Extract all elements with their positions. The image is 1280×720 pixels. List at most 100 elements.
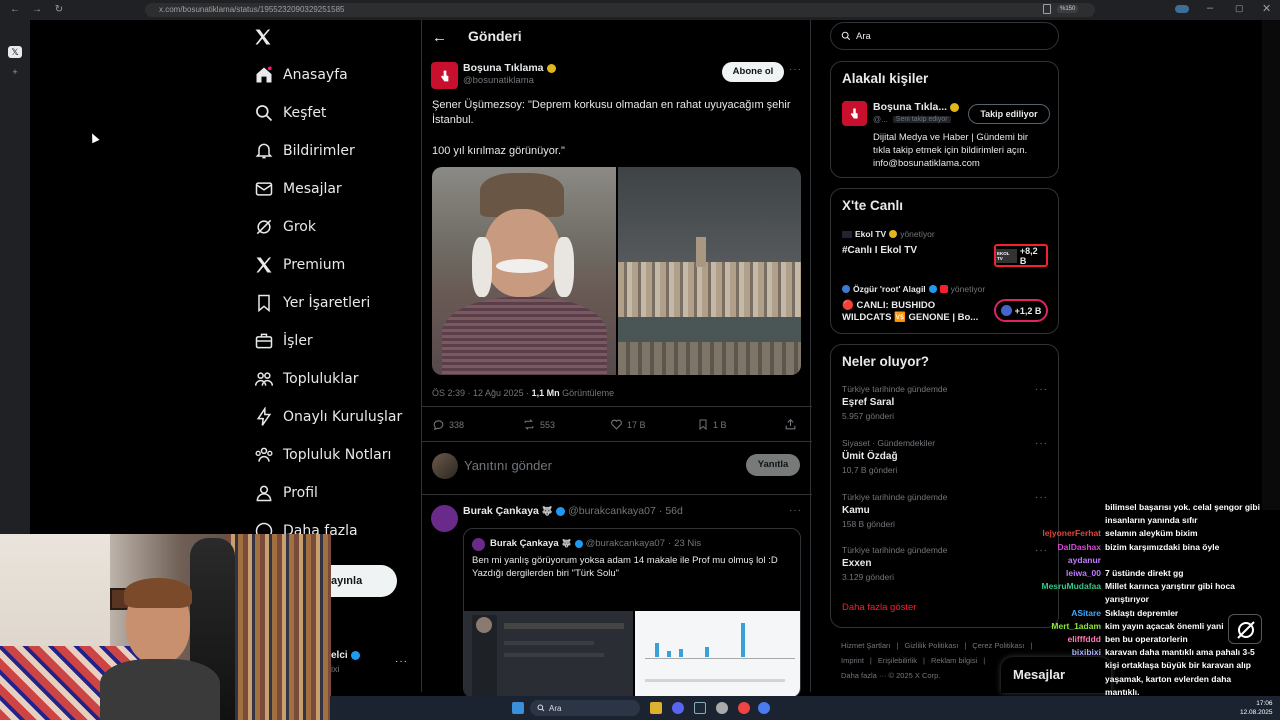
start-icon[interactable] (512, 702, 524, 714)
reader-icon[interactable] (1043, 4, 1051, 14)
url-text: x.com/bosunatiklama/status/1955232090329… (159, 5, 345, 14)
post-button[interactable]: ayınla (331, 565, 397, 597)
avatar[interactable] (842, 101, 867, 126)
trend-item[interactable]: Türkiye tarihinde gündemde Eşref Saral 5… (842, 384, 1052, 424)
footer-link[interactable]: Gizlilik Politikası (905, 638, 959, 653)
reply-button[interactable]: Yanıtla (746, 454, 800, 476)
post-media[interactable] (432, 167, 801, 375)
author-handle[interactable]: @bosunatiklama (463, 75, 534, 86)
post-author[interactable]: Boşuna Tıklama (463, 62, 556, 74)
bio-line: tıkla takip etmek için bildirimleri açın… (873, 145, 1028, 156)
minimize-icon[interactable]: – (1207, 2, 1213, 14)
grok-icon (253, 216, 275, 238)
live-item[interactable]: Ekol TV yönetiyor #Canlı I Ekol TV EKOL … (842, 228, 1052, 268)
x-tab-icon[interactable]: 𝕏 (8, 46, 22, 58)
portrait-photo[interactable] (432, 167, 616, 375)
maximize-icon[interactable]: ▢ (1235, 3, 1244, 14)
back-arrow-icon[interactable]: ← (432, 29, 447, 46)
share-action[interactable] (784, 418, 797, 433)
like-count: 17 B (627, 419, 646, 430)
nav-item-premium[interactable]: Premium (250, 246, 420, 284)
pointer-hand-icon (440, 70, 448, 81)
clock[interactable]: 17:06 12.08.2025 (1240, 699, 1273, 717)
x-logo-icon[interactable] (253, 27, 273, 47)
reply-input[interactable]: Yanıtını gönder (464, 458, 552, 473)
subscribe-button[interactable]: Abone ol (722, 62, 784, 82)
discord-icon[interactable] (672, 702, 684, 714)
related-name[interactable]: Boşuna Tıkla... (873, 101, 960, 113)
chat-user: leiwa_00 (1066, 568, 1101, 579)
steam-icon[interactable] (694, 702, 706, 714)
more-icon[interactable]: ··· (789, 505, 802, 516)
views-label: Görüntüleme (559, 388, 615, 398)
nav-item-verified-orgs[interactable]: Onaylı Kuruluşlar (250, 398, 420, 436)
avatar[interactable] (431, 505, 458, 532)
search-box[interactable]: Ara (830, 22, 1059, 50)
account-switcher[interactable]: elci (331, 650, 360, 661)
browser-toolbar: ← → ↻ x.com/bosunatiklama/status/1955232… (0, 0, 1280, 20)
live-item[interactable]: Özgür 'root' Alagil yönetiyor 🔴 CANLI: B… (842, 283, 1052, 328)
nav-item-bookmarks[interactable]: Yer İşaretleri (250, 284, 420, 322)
quote-date: 23 Nis (674, 538, 702, 549)
live-title-block: 🔴 CANLI: BUSHIDO WILDCATS 🆚 GENONE | Bo.… (842, 300, 992, 324)
reply-icon (433, 420, 444, 431)
footer-link[interactable]: Imprint (841, 653, 864, 668)
more-icon[interactable]: ··· (1035, 384, 1048, 395)
following-button[interactable]: Takip ediliyor (968, 104, 1050, 124)
nav-item-profile[interactable]: Profil (250, 474, 420, 512)
trend-meta: Türkiye tarihinde gündemde (842, 384, 948, 394)
trend-item[interactable]: Siyaset · Gündemdekiler Ümit Özdağ 10,7 … (842, 438, 1052, 478)
nav-item-communities[interactable]: Topluluklar (250, 360, 420, 398)
footer-link[interactable]: Hizmet Şartları (841, 638, 891, 653)
galata-tower (695, 237, 706, 267)
footer-link[interactable]: Reklam bilgisi (931, 653, 977, 668)
zoom-badge[interactable]: %150 (1057, 5, 1079, 13)
taskbar-search[interactable]: Ara (530, 700, 640, 716)
chat-text: insanların yanında sıfır (1105, 515, 1198, 526)
browser-icon[interactable] (738, 702, 750, 714)
nav-item-notifications[interactable]: Bildirimler (250, 132, 420, 170)
bio-line: info@bosunatiklama.com (873, 158, 980, 169)
app-icon[interactable] (758, 702, 770, 714)
more-icon[interactable]: ··· (395, 656, 408, 667)
like-action[interactable]: 17 B (610, 418, 646, 431)
nav-item-community-notes[interactable]: Topluluk Notları (250, 436, 420, 474)
bookmark-action[interactable]: 1 B (697, 418, 727, 431)
address-bar[interactable]: x.com/bosunatiklama/status/1955232090329… (145, 3, 1095, 17)
extension-icon[interactable] (1175, 5, 1189, 13)
file-explorer-icon[interactable] (650, 702, 662, 714)
search-input[interactable]: Ara (856, 31, 871, 42)
more-icon[interactable]: ··· (1035, 438, 1048, 449)
nav-item-messages[interactable]: Mesajlar (250, 170, 420, 208)
chart-screenshot-image[interactable] (635, 611, 800, 697)
reload-icon[interactable]: ↻ (52, 3, 66, 17)
obs-icon[interactable] (716, 702, 728, 714)
reply-author[interactable]: Burak Çankaya 🐺 @burakcankaya07 · 56d (463, 505, 683, 517)
nav-item-grok[interactable]: Grok (250, 208, 420, 246)
reply-action[interactable]: 338 (432, 418, 464, 431)
avatar[interactable] (432, 453, 458, 479)
avatar[interactable] (431, 62, 458, 89)
bio-line: Dijital Medya ve Haber | Gündemi bir (873, 132, 1029, 143)
more-icon[interactable]: ··· (789, 64, 802, 75)
footer-link[interactable]: Erişilebilirlik (878, 653, 917, 668)
repost-action[interactable]: 553 (522, 418, 555, 431)
reply-age: 56d (665, 505, 683, 517)
show-more-link[interactable]: Daha fazla göster (842, 602, 916, 613)
screenshot-text (504, 623, 624, 629)
new-tab-icon[interactable]: + (8, 66, 22, 78)
nav-label: Keşfet (283, 105, 327, 121)
live-role: yönetiyor (950, 284, 986, 294)
istanbul-photo[interactable] (617, 167, 801, 375)
clock-time: 17:06 (1256, 700, 1273, 707)
close-icon[interactable]: ✕ (1262, 2, 1271, 15)
post-time[interactable]: ÖS 2:39 · 12 Ağu 2025 · (432, 388, 532, 398)
nav-item-jobs[interactable]: İşler (250, 322, 420, 360)
nav-item-explore[interactable]: Keşfet (250, 94, 420, 132)
chat-message: kişi ortaklaşa büyük bir karavan alıp (1000, 659, 1280, 672)
forward-arrow-icon[interactable]: → (30, 3, 44, 17)
screenshot-image[interactable] (464, 611, 633, 697)
back-arrow-icon[interactable]: ← (8, 3, 22, 17)
nav-item-home[interactable]: Anasayfa (250, 56, 420, 94)
quoted-post[interactable]: Burak Çankaya 🐺 @burakcankaya07 · 23 Nis… (463, 528, 801, 698)
